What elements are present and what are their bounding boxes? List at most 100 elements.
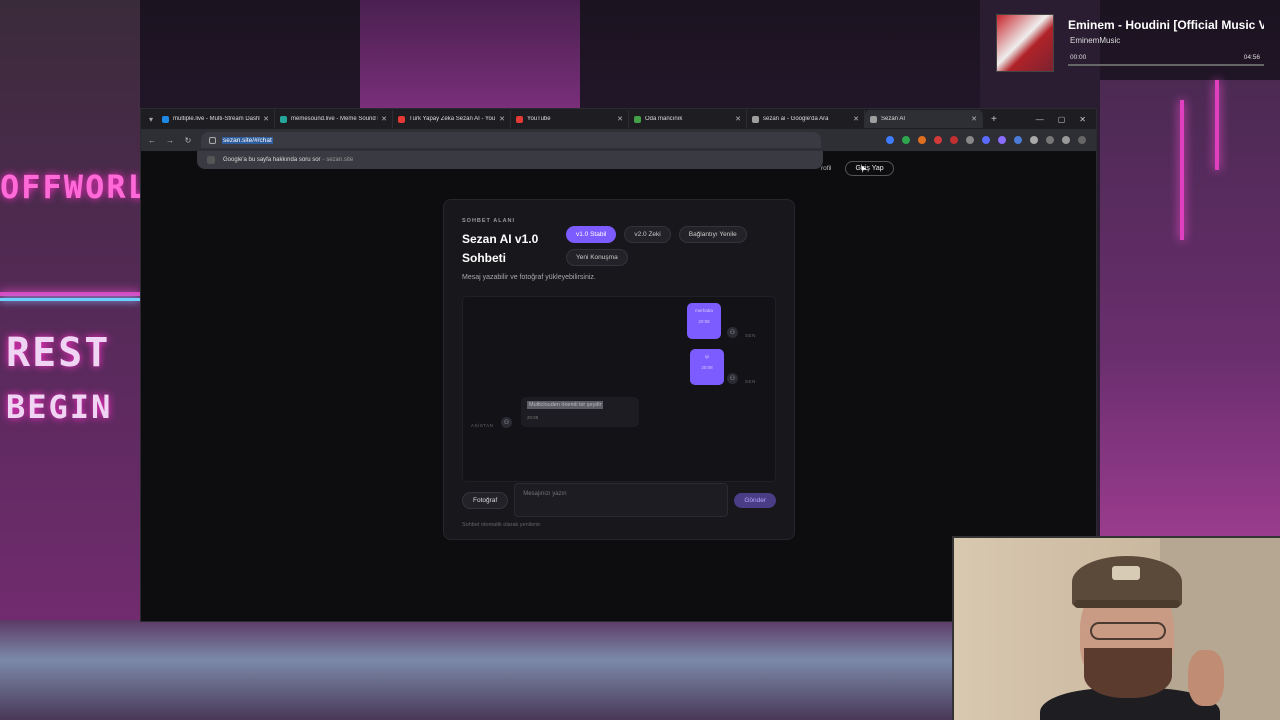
minimize-icon[interactable]: — [1036,115,1044,124]
browser-tab[interactable]: memesound.live - Meme Sound Board ✕ [275,110,393,128]
extensions-puzzle-icon[interactable] [1030,136,1038,144]
message-list: merhaba 20:08 ⚇ SEN iyi 20:08 ⚇ SEN ASİS… [462,296,776,482]
address-suggestion[interactable]: Google'a bu sayfa hakkında soru sor - se… [197,151,823,169]
browser-tab[interactable]: multiple.live - Multi-Stream Dashboard ✕ [157,110,275,128]
extension-icon[interactable] [998,136,1006,144]
assistant-avatar-icon: ⚇ [501,417,512,428]
chat-title: Sezan AI v1.0 Sohbeti [462,232,539,265]
tab-close-icon[interactable]: ✕ [735,115,741,123]
menu-kebab-icon[interactable] [1078,136,1086,144]
tab-close-icon[interactable]: ✕ [499,115,505,123]
webcam-overlay [952,536,1280,720]
background-building-top [360,0,580,110]
tab-favicon-icon [398,115,405,123]
sidebar-icon[interactable] [1046,136,1054,144]
address-url[interactable]: sezan.site/#/chat [222,136,273,144]
extension-icon[interactable] [1014,136,1022,144]
site-info-icon[interactable] [209,136,216,144]
background-sign-offworld: OFFWORL [0,168,149,206]
extension-icon[interactable] [886,136,894,144]
browser-tab[interactable]: Oda mancınık ✕ [629,110,747,128]
login-button[interactable]: Giriş Yap [845,161,894,176]
composer: Fotoğraf Gönder [462,483,776,517]
reload-icon[interactable]: ↻ [183,136,193,145]
message-input[interactable] [514,483,729,517]
extension-icon[interactable] [918,136,926,144]
user-message-bubble: iyi 20:08 [690,349,724,385]
player-current-time: 00:00 [1070,54,1087,61]
tab-favicon-icon [752,115,759,123]
tab-title: Türk Yapay Zeka Sezan AI - YouTube [409,116,496,122]
browser-tab[interactable]: sezan ai - Google'da Ara ✕ [747,110,865,128]
person-beard [1084,648,1172,698]
extension-icon[interactable] [934,136,942,144]
forward-icon[interactable]: → [165,136,175,145]
site-header: rofil Giriş Yap [821,161,894,176]
new-conversation-button[interactable]: Yeni Konuşma [566,249,628,266]
person-glasses [1090,622,1166,640]
close-window-icon[interactable]: ✕ [1079,115,1086,124]
browser-toolbar: ← → ↻ sezan.site/#/chat [141,129,1096,151]
tab-title: sezan ai - Google'da Ara [763,116,829,122]
background-building-right [1100,80,1280,540]
suggestion-site: - sezan.site [322,157,354,163]
browser-tab-active[interactable]: Sezan AI ✕ [865,110,983,128]
auto-refresh-note: Sohbet otomatik olarak yenilenir. [462,522,542,528]
send-button[interactable]: Gönder [734,492,776,508]
extension-icon[interactable] [902,136,910,144]
extension-icon[interactable] [982,136,990,144]
background-neon-line [0,292,140,296]
assistant-message-bubble: Multiclouden önemli bir şeydir 20:08 [521,397,639,427]
tab-search-chevron-icon[interactable]: ▾ [145,112,157,126]
message-sender: ASİSTAN [471,423,494,428]
mode-v1-stable-button[interactable]: v1.0 Stabil [566,226,617,243]
window-controls: — ▢ ✕ [1036,115,1096,124]
message-sender: SEN [745,333,756,338]
message-time: 20:08 [698,319,710,324]
browser-tab[interactable]: Türk Yapay Zeka Sezan AI - YouTube ✕ [393,110,511,128]
extension-icon[interactable] [950,136,958,144]
profile-link[interactable]: rofil [821,165,831,172]
maximize-icon[interactable]: ▢ [1058,115,1066,124]
extension-icon[interactable] [966,136,974,144]
player-artist: EminemMusic [1070,36,1121,45]
background-neon-line [0,298,140,301]
tab-favicon-icon [634,115,641,123]
tab-favicon-icon [870,115,877,123]
tab-title: YouTube [527,116,551,122]
browser-tab[interactable]: YouTube ✕ [511,110,629,128]
profile-icon[interactable] [1062,136,1070,144]
message-time: 20:08 [527,415,539,420]
tab-bar: ▾ multiple.live - Multi-Stream Dashboard… [141,109,1096,129]
player-track-title: Eminem - Houdini [Official Music Video] [1068,18,1264,32]
upload-photo-button[interactable]: Fotoğraf [462,491,509,509]
new-tab-button[interactable]: + [983,114,1005,125]
message-sender: SEN [745,379,756,384]
tab-title: Oda mancınık [645,116,683,122]
google-ask-icon [207,156,215,164]
chat-subtitle: Mesaj yazabilir ve fotoğraf yükleyebilir… [462,274,596,281]
tab-title: Sezan AI [881,116,906,122]
mode-v2-smart-button[interactable]: v2.0 Zeki [624,226,671,243]
back-icon[interactable]: ← [147,136,157,145]
tab-favicon-icon [280,115,287,123]
tab-title: memesound.live - Meme Sound Board [291,116,378,122]
background-neon-line [1215,80,1219,170]
user-message-bubble: merhaba 20:08 [687,303,721,339]
tab-close-icon[interactable]: ✕ [853,115,859,123]
tab-close-icon[interactable]: ✕ [381,115,387,123]
person-cap-brim [1074,600,1180,608]
background-neon-line [1180,100,1184,240]
mini-music-player: Eminem - Houdini [Official Music Video] … [996,14,1268,76]
tab-title: multiple.live - Multi-Stream Dashboard [173,116,260,122]
suggestion-text: Google'a bu sayfa hakkında soru sor [223,157,321,163]
address-bar[interactable]: sezan.site/#/chat [201,132,821,148]
background-sign-begin: BEGIN [6,388,113,426]
chat-eyebrow: SOHBET ALANI [462,218,516,224]
extensions-area [886,136,1090,144]
refresh-connection-button[interactable]: Bağlantıyı Yenile [678,226,747,243]
tab-favicon-icon [516,115,523,123]
tab-close-icon[interactable]: ✕ [971,115,977,123]
tab-close-icon[interactable]: ✕ [617,115,623,123]
tab-close-icon[interactable]: ✕ [263,115,269,123]
